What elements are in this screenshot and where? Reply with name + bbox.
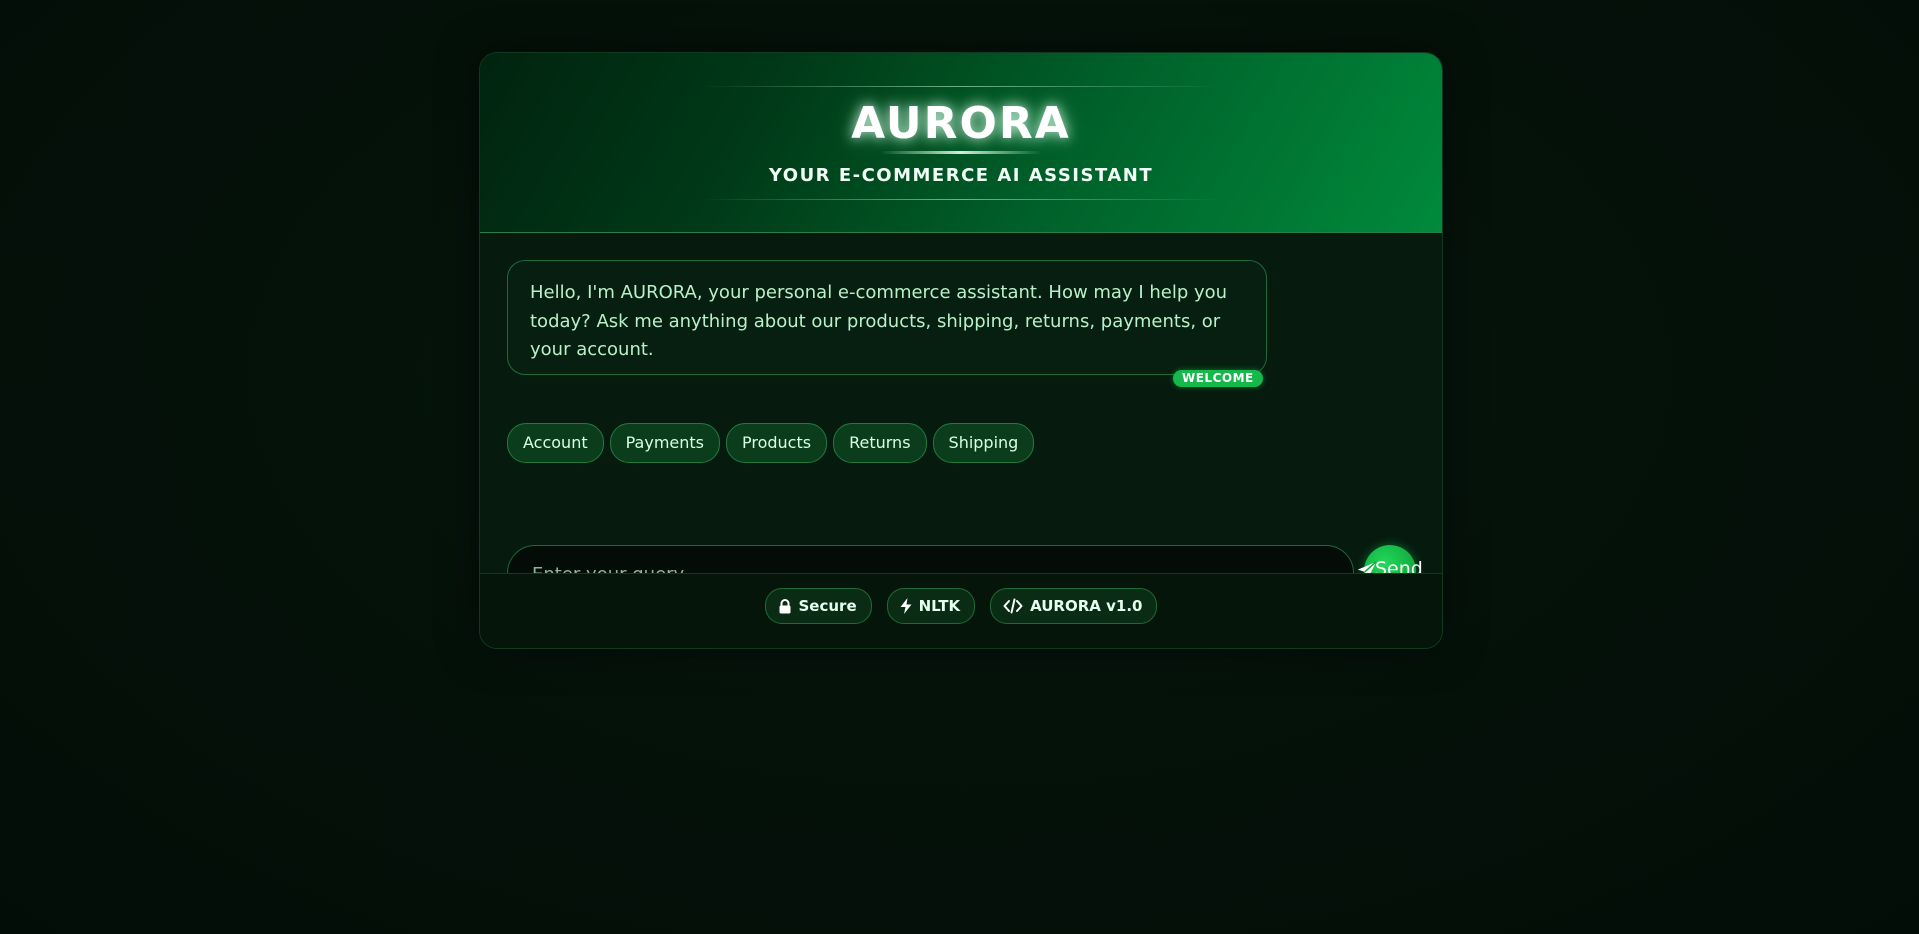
footer: Secure NLTK AURORA v1.0 [480, 573, 1442, 648]
header-divider-top [700, 86, 1222, 87]
code-icon [1003, 598, 1023, 614]
footer-badges: Secure NLTK AURORA v1.0 [480, 588, 1442, 624]
header-divider-bottom [700, 199, 1222, 200]
welcome-badge: WELCOME [1173, 370, 1263, 387]
quick-reply-returns[interactable]: Returns [833, 423, 927, 463]
version-badge: AURORA v1.0 [990, 588, 1158, 624]
bolt-icon [900, 598, 912, 614]
title-glow-line [880, 151, 1042, 154]
app-title: AURORA [851, 98, 1071, 149]
header: AURORA YOUR E-COMMERCE AI ASSISTANT [480, 53, 1442, 233]
lock-icon [779, 598, 790, 613]
nltk-badge-label: NLTK [918, 597, 961, 615]
app-subtitle: YOUR E-COMMERCE AI ASSISTANT [768, 165, 1154, 186]
quick-reply-products[interactable]: Products [726, 423, 828, 463]
quick-replies: Account Payments Products Returns Shippi… [507, 423, 1035, 463]
nltk-badge: NLTK [886, 588, 976, 624]
quick-reply-payments[interactable]: Payments [609, 423, 720, 463]
welcome-message-bubble: Hello, I'm AURORA, your personal e-comme… [507, 260, 1267, 375]
secure-badge: Secure [764, 588, 872, 624]
quick-reply-shipping[interactable]: Shipping [932, 423, 1035, 463]
secure-badge-label: Secure [798, 597, 857, 615]
welcome-message-text: Hello, I'm AURORA, your personal e-comme… [530, 282, 1228, 360]
version-badge-label: AURORA v1.0 [1030, 597, 1143, 615]
chat-card: AURORA YOUR E-COMMERCE AI ASSISTANT Hell… [479, 52, 1443, 649]
chat-body: Hello, I'm AURORA, your personal e-comme… [480, 233, 1442, 603]
quick-reply-account[interactable]: Account [507, 423, 604, 463]
